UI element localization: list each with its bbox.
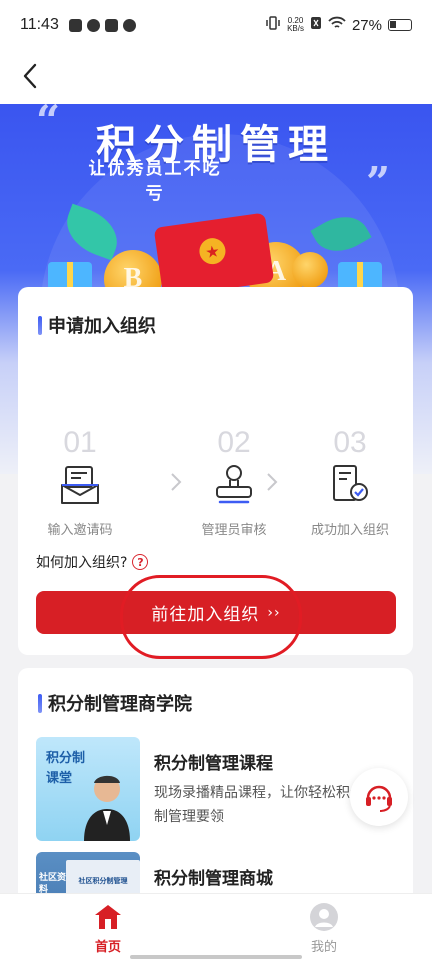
mail-notification-icon xyxy=(68,18,82,32)
step-label: 成功加入组织 xyxy=(310,523,389,538)
chevron-right-icon xyxy=(267,473,278,491)
join-card-header: 申请加入组织 xyxy=(38,312,156,338)
how-to-join-text: 如何加入组织? xyxy=(36,555,128,571)
home-icon xyxy=(93,902,123,932)
check-notification-icon xyxy=(86,18,100,32)
battery-percent: 27% xyxy=(351,16,382,34)
coin-icon xyxy=(292,252,328,288)
join-button-label: 前往加入组织 xyxy=(151,605,260,625)
go-join-organization-button[interactable]: 前往加入组织 ›› xyxy=(36,591,396,634)
tab-mine[interactable]: 我的 xyxy=(284,902,364,955)
network-speed: 0.20 KB/s xyxy=(287,16,304,33)
app-notification-icon xyxy=(104,18,118,32)
step-invite-code: 01 输入邀请码 xyxy=(20,426,140,539)
step-number: 01 xyxy=(63,426,97,459)
step-number: 03 xyxy=(333,426,367,459)
envelope-icon xyxy=(60,463,100,507)
tab-mine-label: 我的 xyxy=(310,940,337,955)
chevron-left-icon xyxy=(23,63,37,89)
bottom-tab-bar: 首页 我的 xyxy=(0,893,432,964)
banner-subtitle: 让优秀员工不吃亏 xyxy=(88,159,222,204)
sim-icon xyxy=(310,16,322,34)
step-joined: 03 成功加入组织 xyxy=(290,426,410,539)
headset-icon xyxy=(366,785,392,812)
step-label: 管理员审核 xyxy=(201,523,267,538)
step-label: 输入邀请码 xyxy=(47,523,113,538)
step-number: 02 xyxy=(217,426,251,459)
back-button[interactable] xyxy=(14,60,46,92)
title-accent-bar xyxy=(38,693,42,713)
wifi-icon xyxy=(328,16,346,34)
course-thumbnail: 积分制课堂 xyxy=(36,737,140,841)
tab-home[interactable]: 首页 xyxy=(68,902,148,955)
book-title: 社区积分制管理 xyxy=(78,877,128,885)
navigation-bar xyxy=(0,50,432,104)
stamp-icon xyxy=(214,463,254,507)
vibrate-icon xyxy=(265,16,281,34)
help-icon[interactable]: ? xyxy=(132,554,149,570)
wechat-notification-icon xyxy=(122,18,136,32)
course-name: 积分制管理商城 xyxy=(154,869,273,889)
course-description: 现场录播精品课程，让你轻松积分制管理要领 xyxy=(154,785,364,825)
customer-service-button[interactable] xyxy=(350,768,408,826)
course-item[interactable]: 积分制课堂 积分制管理课程 现场录播精品课程，让你轻松积分制管理要领 xyxy=(36,737,396,841)
document-check-icon xyxy=(330,463,370,507)
academy-card-header: 积分制管理商学院 xyxy=(38,690,192,716)
status-bar: 11:43 0.20 KB/s 27% xyxy=(0,0,432,50)
tab-home-label: 首页 xyxy=(94,940,121,955)
user-icon xyxy=(309,902,339,932)
how-to-join-link[interactable]: 如何加入组织? ? xyxy=(36,552,149,572)
status-time: 11:43 xyxy=(20,16,59,33)
battery-icon xyxy=(388,19,412,31)
course-name: 积分制管理课程 xyxy=(154,754,273,774)
join-card-title: 申请加入组织 xyxy=(48,316,156,337)
academy-title: 积分制管理商学院 xyxy=(48,694,192,715)
double-chevron-right-icon: ›› xyxy=(267,604,281,621)
lecturer-photo xyxy=(84,775,130,841)
join-steps: 01 输入邀请码 02 管理员审核 03 成功加入组织 xyxy=(18,426,413,539)
home-indicator[interactable] xyxy=(130,955,302,959)
join-organization-card: 申请加入组织 01 输入邀请码 02 管理员审核 03 成功加入组织 如何加入组… xyxy=(18,287,413,659)
title-accent-bar xyxy=(38,315,42,335)
